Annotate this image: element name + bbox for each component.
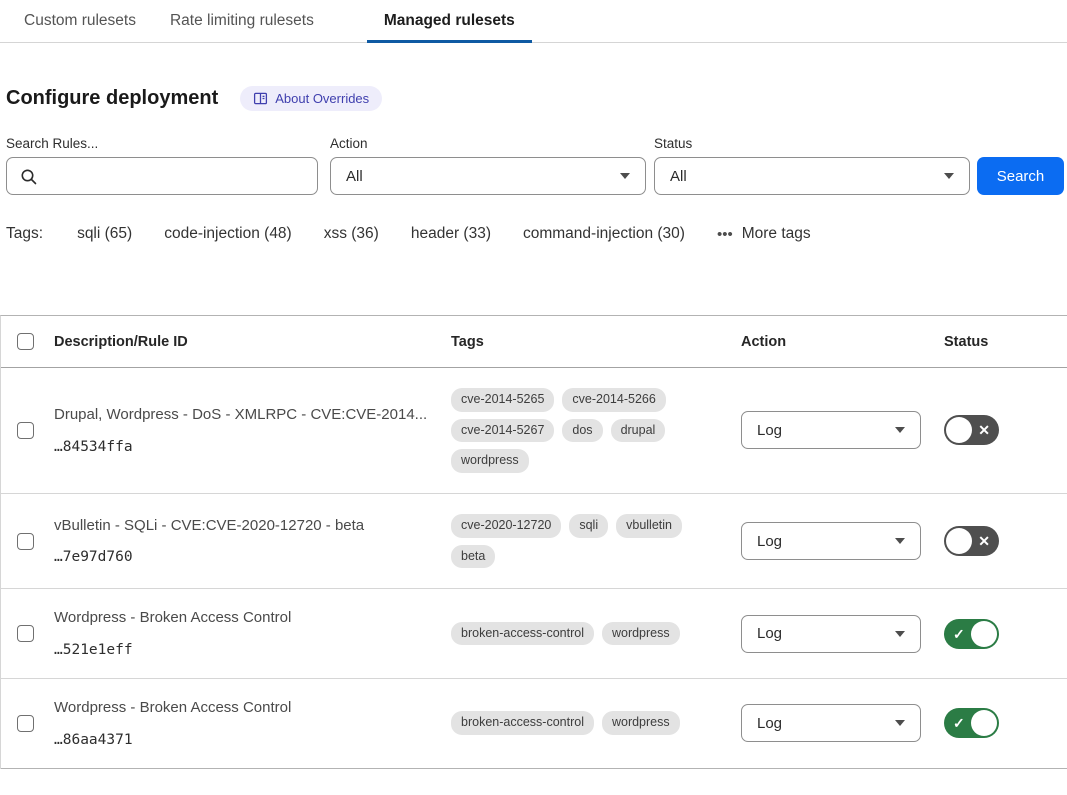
column-header-tags: Tags [451,316,741,367]
action-select-value: Log [757,422,782,439]
table-row: vBulletin - SQLi - CVE:CVE-2020-12720 - … [1,494,1067,589]
action-select[interactable]: Log [741,411,921,449]
tag-list: cve-2020-12720 sqli vbulletin beta [451,514,711,568]
column-header-status: Status [944,316,1067,367]
table-row: Wordpress - Broken Access Control …86aa4… [1,679,1067,769]
tag-pill: wordpress [602,622,680,646]
table-row: Drupal, Wordpress - DoS - XMLRPC - CVE:C… [1,368,1067,494]
action-select[interactable]: Log [741,615,921,653]
tag-pill: cve-2014-5267 [451,419,554,443]
row-checkbox[interactable] [17,422,34,439]
tag-filter-code-injection[interactable]: code-injection (48) [164,225,292,243]
column-header-description: Description/Rule ID [54,316,451,367]
toggle-knob [946,417,972,443]
action-select-value: Log [757,715,782,732]
more-tags-label: More tags [742,225,811,243]
status-filter-value: All [670,168,687,185]
check-icon: ✓ [953,716,965,730]
status-toggle[interactable]: ✓ ✕ [944,415,999,445]
status-toggle[interactable]: ✓ ✕ [944,619,999,649]
action-select-value: Log [757,625,782,642]
tag-filter-bar: Tags: sqli (65) code-injection (48) xss … [6,225,1067,243]
action-select[interactable]: Log [741,522,921,560]
tag-pill: drupal [611,419,666,443]
tag-pill: sqli [569,514,608,538]
tag-pill: vbulletin [616,514,682,538]
search-input[interactable] [45,159,309,193]
table-row: Wordpress - Broken Access Control …521e1… [1,589,1067,679]
more-tags-button[interactable]: ••• More tags [717,225,811,243]
tag-pill: cve-2014-5266 [562,388,665,412]
about-overrides-link[interactable]: About Overrides [240,86,382,111]
toggle-knob [971,621,997,647]
tab-bar: Custom rulesets Rate limiting rulesets M… [0,0,1067,43]
toggle-knob [946,528,972,554]
chevron-down-icon [944,173,954,179]
rule-description: Wordpress - Broken Access Control [54,609,291,628]
row-checkbox[interactable] [17,715,34,732]
tag-filter-sqli[interactable]: sqli (65) [77,225,132,243]
tag-filter-command-injection[interactable]: command-injection (30) [523,225,685,243]
rules-table: Description/Rule ID Tags Action Status D… [0,315,1067,769]
status-toggle[interactable]: ✓ ✕ [944,708,999,738]
chevron-down-icon [620,173,630,179]
tag-filter-xss[interactable]: xss (36) [324,225,379,243]
x-icon: ✕ [978,534,990,548]
action-select[interactable]: Log [741,704,921,742]
table-header: Description/Rule ID Tags Action Status [1,316,1067,368]
toggle-knob [971,710,997,736]
title-row: Configure deployment About Overrides [6,86,1067,111]
chevron-down-icon [895,720,905,726]
book-icon [253,91,268,106]
check-icon: ✓ [953,627,965,641]
tab-rate-limiting-rulesets[interactable]: Rate limiting rulesets [153,0,331,42]
select-all-checkbox[interactable] [17,333,34,350]
tag-pill: dos [562,419,602,443]
rule-id: …84534ffa [54,439,133,455]
tab-custom-rulesets[interactable]: Custom rulesets [7,0,153,42]
tag-pill: wordpress [602,711,680,735]
tag-pill: cve-2014-5265 [451,388,554,412]
action-filter-select[interactable]: All [330,157,646,195]
row-checkbox[interactable] [17,625,34,642]
action-filter-value: All [346,168,363,185]
tag-pill: cve-2020-12720 [451,514,561,538]
table-body: Drupal, Wordpress - DoS - XMLRPC - CVE:C… [1,368,1067,769]
tag-filter-header[interactable]: header (33) [411,225,491,243]
chevron-down-icon [895,427,905,433]
rule-id: …7e97d760 [54,549,133,565]
tag-pill: wordpress [451,449,529,473]
page-title: Configure deployment [6,87,218,110]
search-rules-label: Search Rules... [6,136,318,151]
tag-pill: broken-access-control [451,711,594,735]
tag-list: broken-access-control wordpress [451,711,680,735]
rule-id: …86aa4371 [54,732,133,748]
action-filter-label: Action [330,136,646,151]
about-overrides-label: About Overrides [275,91,369,106]
status-filter-label: Status [654,136,970,151]
column-header-action: Action [741,316,944,367]
chevron-down-icon [895,631,905,637]
row-checkbox[interactable] [17,533,34,550]
search-button[interactable]: Search [977,157,1064,195]
ellipsis-icon: ••• [717,227,733,242]
tags-label: Tags: [6,225,43,243]
filter-bar: Search Rules... Action All Status [6,136,1067,195]
rule-description: Wordpress - Broken Access Control [54,699,291,718]
tab-managed-rulesets[interactable]: Managed rulesets [367,0,532,42]
rule-description: vBulletin - SQLi - CVE:CVE-2020-12720 - … [54,517,364,536]
tag-pill: broken-access-control [451,622,594,646]
tag-list: broken-access-control wordpress [451,622,680,646]
chevron-down-icon [895,538,905,544]
rule-id: …521e1eff [54,642,133,658]
search-input-wrap [6,157,318,195]
tag-list: cve-2014-5265 cve-2014-5266 cve-2014-5267 d… [451,388,711,473]
status-filter-select[interactable]: All [654,157,970,195]
rule-description: Drupal, Wordpress - DoS - XMLRPC - CVE:C… [54,406,427,425]
tag-pill: beta [451,545,495,569]
action-select-value: Log [757,533,782,550]
status-toggle[interactable]: ✓ ✕ [944,526,999,556]
x-icon: ✕ [978,423,990,437]
